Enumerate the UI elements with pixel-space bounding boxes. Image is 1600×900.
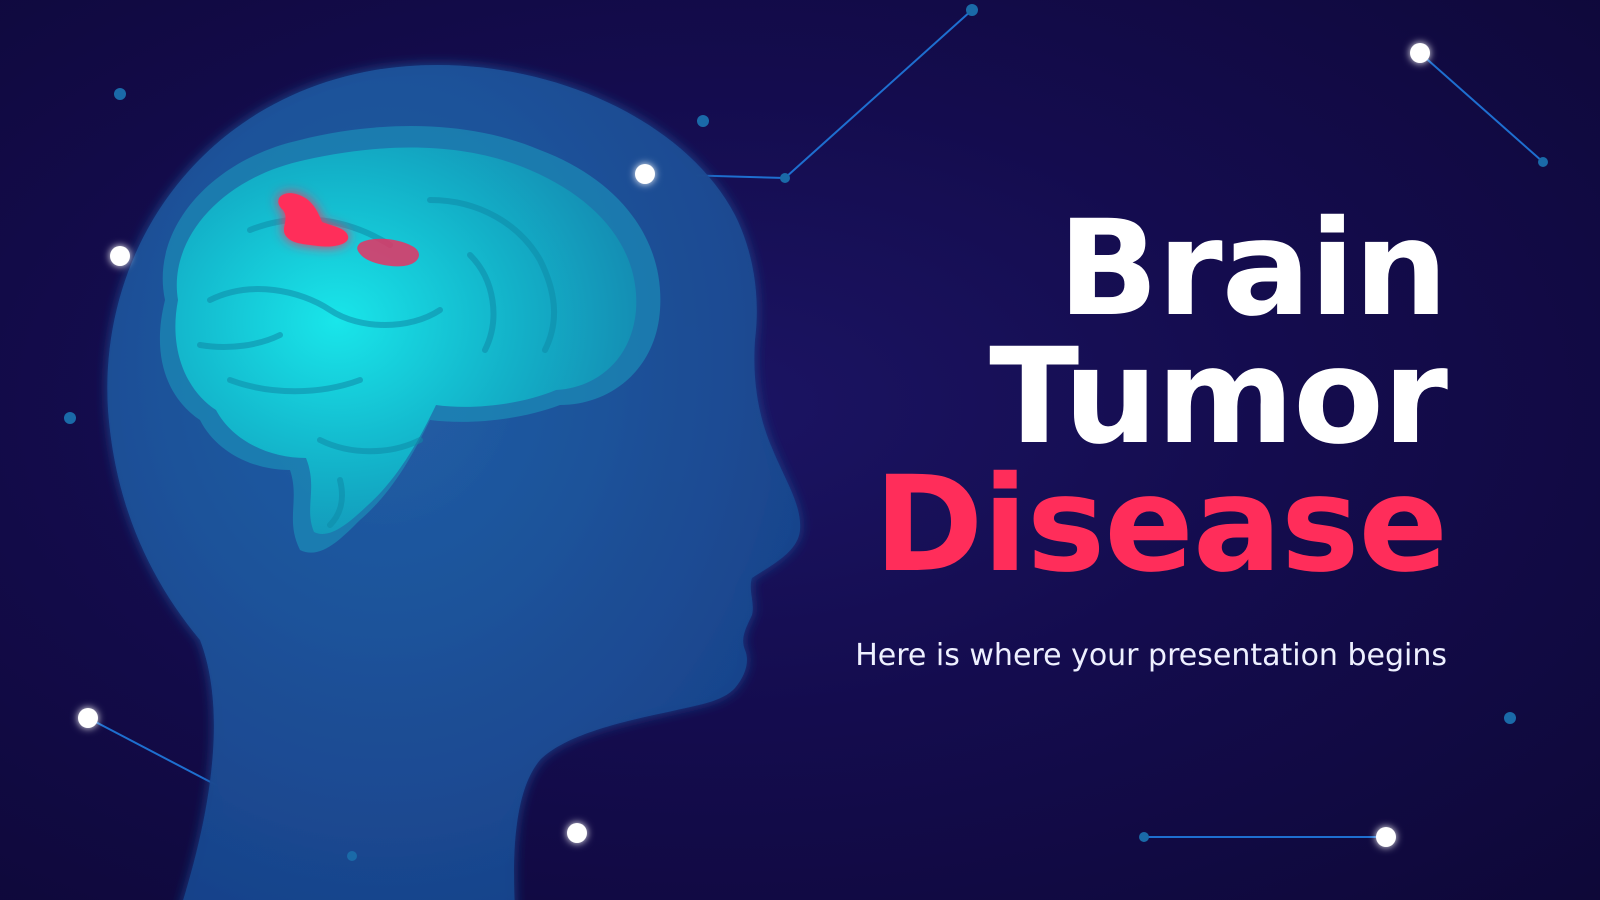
node [78, 708, 98, 728]
node-small [1504, 712, 1516, 724]
node-small [347, 851, 357, 861]
node [1376, 827, 1396, 847]
node-small [64, 412, 76, 424]
node [1410, 43, 1430, 63]
node [635, 164, 655, 184]
node-small [1139, 832, 1149, 842]
node-small [114, 88, 126, 100]
slide: Brain Tumor Disease Here is where your p… [0, 0, 1600, 900]
slide-subtitle: Here is where your presentation begins [855, 638, 1447, 673]
node-small [1538, 157, 1548, 167]
node-small [697, 115, 709, 127]
node [567, 823, 587, 843]
title-line-brain: Brain [1057, 192, 1448, 346]
title-line-tumor: Tumor [989, 320, 1448, 474]
slide-title: Brain Tumor Disease [687, 192, 1448, 602]
node-small [780, 173, 790, 183]
node-small [966, 4, 978, 16]
title-line-disease: Disease [873, 448, 1448, 602]
node [110, 246, 130, 266]
